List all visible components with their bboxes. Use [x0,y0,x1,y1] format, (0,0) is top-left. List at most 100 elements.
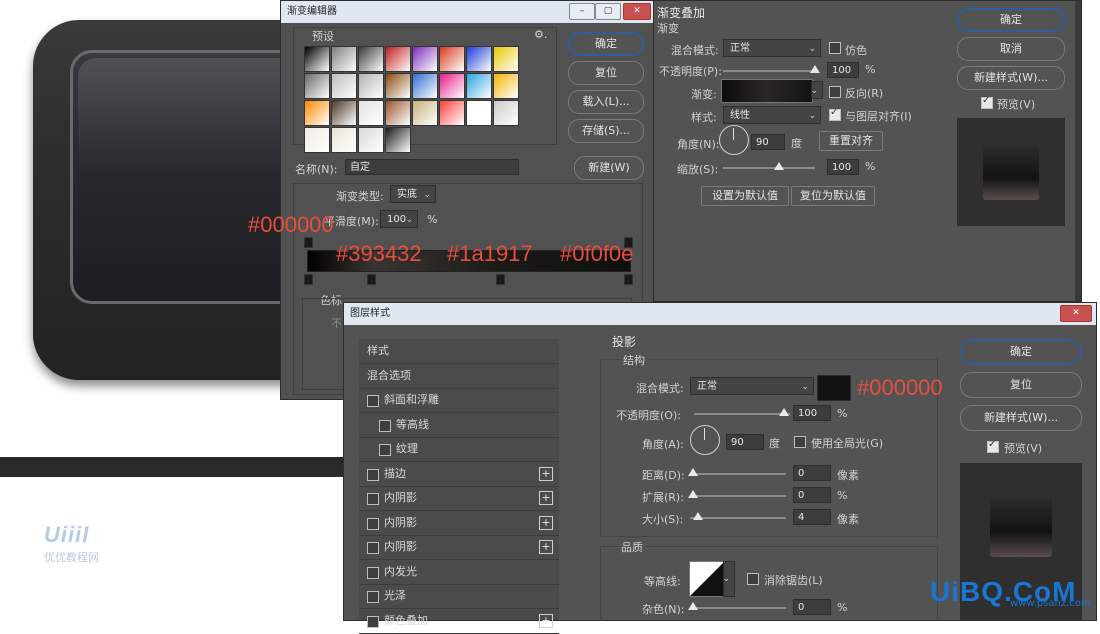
dither-checkbox[interactable] [829,42,841,54]
preset-swatch[interactable] [439,100,465,126]
preset-swatch[interactable] [331,46,357,72]
style-list-item[interactable]: 样式 [359,339,559,364]
color-stop-3[interactable] [496,274,505,285]
add-effect-icon[interactable]: + [539,540,553,554]
angle-dial[interactable] [719,125,749,155]
ls-opacity-input[interactable]: 100 [793,405,831,421]
angle-input[interactable]: 90 [751,134,785,150]
style-list-checkbox[interactable] [367,615,379,628]
noise-slider-thumb[interactable] [688,602,698,610]
preset-swatch[interactable] [493,46,519,72]
preset-swatch[interactable] [385,127,411,153]
preset-swatch[interactable] [331,127,357,153]
opacity-input[interactable]: 100 [827,62,859,78]
spread-slider[interactable] [690,495,786,497]
color-stop-4[interactable] [624,274,633,285]
style-list-checkbox[interactable] [379,419,391,432]
preset-swatch[interactable] [304,100,330,126]
preset-swatch[interactable] [466,46,492,72]
preset-swatch[interactable] [358,46,384,72]
style-list-item[interactable]: 混合选项 [359,364,559,389]
ls-preview-checkbox[interactable] [987,439,999,453]
blend-mode-select[interactable]: 正常 ⌄ [723,39,821,57]
preset-swatch[interactable] [304,127,330,153]
preset-swatch[interactable] [358,73,384,99]
preset-swatch[interactable] [412,46,438,72]
preset-swatch[interactable] [412,73,438,99]
ls-reset-button[interactable]: 复位 [960,372,1082,398]
distance-slider-thumb[interactable] [688,468,698,476]
ok-button[interactable]: 确定 [568,32,644,56]
opacity-stop-left[interactable] [304,237,313,248]
style-list-checkbox[interactable] [367,566,379,579]
style-list-checkbox[interactable] [367,395,379,407]
name-input[interactable]: 自定 [345,159,519,175]
ls-blend-mode-select[interactable]: 正常 ⌄ [690,377,814,395]
ls-angle-dial[interactable] [690,425,720,455]
anti-alias-checkbox[interactable] [747,573,759,585]
ls-angle-input[interactable]: 90 [726,434,764,450]
cancel-button[interactable]: 取消 [957,37,1065,61]
add-effect-icon[interactable]: + [539,491,553,505]
preset-swatch[interactable] [412,100,438,126]
style-list-checkbox[interactable] [367,517,379,530]
preset-swatch[interactable] [304,73,330,99]
preset-swatch[interactable] [466,73,492,99]
reset-default-button[interactable]: 复位为默认值 [791,186,875,206]
close-icon[interactable]: ✕ [623,3,651,20]
preset-swatch[interactable] [439,46,465,72]
gear-icon[interactable]: ⚙. [534,28,547,41]
style-list-checkbox[interactable] [367,468,379,481]
ls-new-style-button[interactable]: 新建样式(W)... [960,405,1082,431]
global-light-checkbox[interactable] [794,436,806,448]
new-gradient-button[interactable]: 新建(W) [574,156,644,180]
opacity-slider-thumb[interactable] [810,65,820,73]
load-button[interactable]: 载入(L)... [568,90,644,114]
shadow-color-swatch[interactable] [817,375,851,401]
size-slider-thumb[interactable] [693,512,703,520]
style-list-item[interactable]: 纹理 [359,437,559,462]
preset-swatch[interactable] [466,100,492,126]
style-select[interactable]: 线性 ⌄ [723,106,821,124]
reset-button[interactable]: 复位 [568,61,644,85]
spread-input[interactable]: 0 [793,487,831,503]
style-list-item[interactable]: 颜色叠加 + [359,609,559,634]
color-stop-2[interactable] [367,274,376,285]
preset-swatch[interactable] [439,73,465,99]
distance-input[interactable]: 0 [793,465,831,481]
gradient-type-select[interactable]: 实底 ⌄ [390,185,436,203]
add-effect-icon[interactable]: + [539,515,553,530]
color-stop-1[interactable] [304,274,313,285]
noise-slider[interactable] [690,607,786,609]
preset-swatch[interactable] [331,100,357,126]
preset-swatch[interactable] [385,100,411,126]
save-button[interactable]: 存储(S)... [568,119,644,143]
add-effect-icon[interactable]: + [539,466,553,481]
preset-swatch[interactable] [358,100,384,126]
preset-swatch[interactable] [385,73,411,99]
style-list-item[interactable]: 光泽 [359,584,559,609]
style-list-item[interactable]: 等高线 [359,413,559,438]
opacity-slider[interactable] [723,70,815,72]
add-effect-icon[interactable]: + [539,613,553,628]
style-list-item[interactable]: 内阴影 + [359,511,559,536]
size-input[interactable]: 4 [793,509,831,525]
size-slider[interactable] [690,517,786,519]
style-list-item[interactable]: 内阴影 + [359,535,559,560]
ls-ok-button[interactable]: 确定 [960,339,1082,365]
distance-slider[interactable] [690,473,786,475]
gradient-dropdown[interactable]: ⌄ [810,81,823,99]
minimize-icon[interactable]: – [569,3,595,20]
style-list-checkbox[interactable] [367,542,379,554]
close-icon[interactable]: ✕ [1060,305,1092,322]
preset-swatch[interactable] [304,46,330,72]
maximize-icon[interactable]: ▢ [595,3,621,20]
contour-preview[interactable] [689,561,725,597]
style-list-checkbox[interactable] [367,591,379,603]
preview-checkbox[interactable] [981,95,993,109]
style-list-checkbox[interactable] [379,444,391,456]
reset-alignment-button[interactable]: 重置对齐 [819,131,883,151]
scale-input[interactable]: 100 [827,159,859,175]
style-list-checkbox[interactable] [367,493,379,505]
scrollbar[interactable] [1075,1,1081,301]
